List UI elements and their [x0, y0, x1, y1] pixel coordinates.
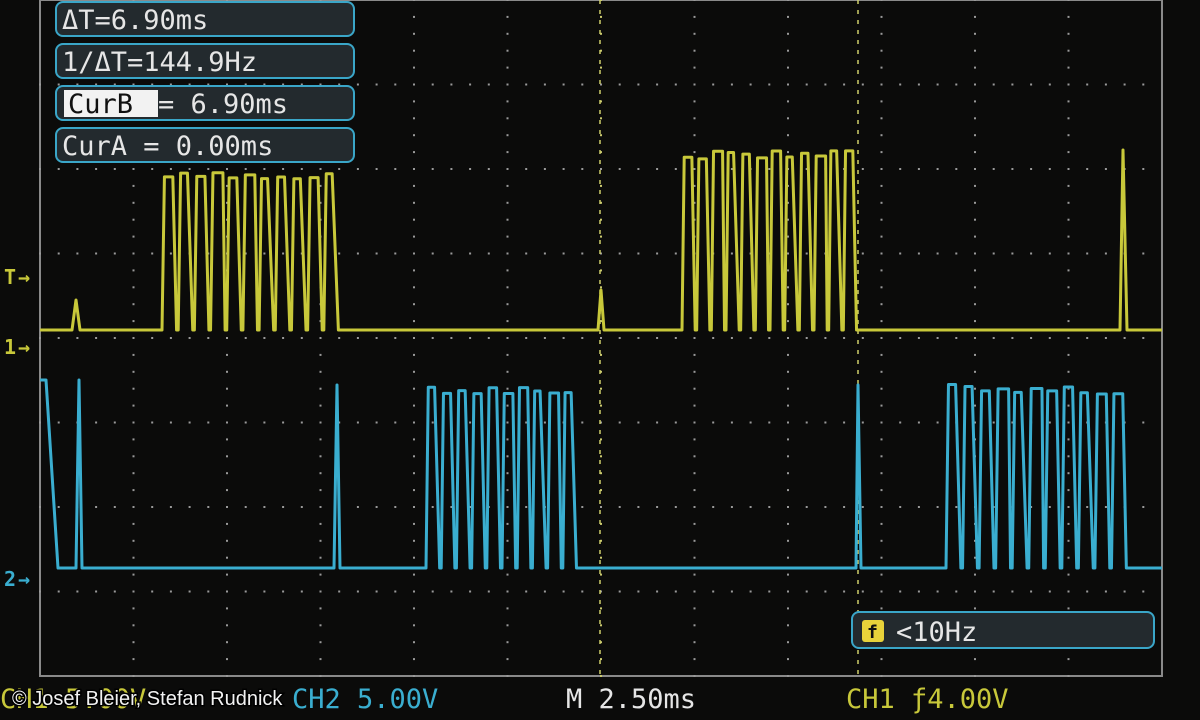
- measurement-panel-cursor-b[interactable]: CurB = 6.90ms: [55, 85, 355, 121]
- ch2-marker-label: 2: [4, 567, 16, 591]
- cursor-b-label: CurB: [68, 89, 133, 120]
- measurement-panel-frequency: 1/ΔT=144.9Hz: [55, 43, 355, 79]
- svg-text:→: →: [18, 265, 30, 289]
- oscilloscope-screen: T → 1 → 2 → ΔT=6.90ms 1/ΔT=144.9Hz CurB …: [0, 0, 1200, 720]
- frequency-value: <10Hz: [896, 617, 977, 648]
- inverse-delta-t-readout: 1/ΔT=144.9Hz: [62, 47, 257, 78]
- ch2-scale-readout: CH2 5.00V: [292, 684, 438, 715]
- copyright-text: © Josef Bleier, Stefan Rudnick: [12, 688, 283, 710]
- frequency-icon-letter: f: [867, 622, 878, 643]
- cursor-a-readout: CurA = 0.00ms: [62, 131, 273, 162]
- oscilloscope-display: T → 1 → 2 → ΔT=6.90ms 1/ΔT=144.9Hz CurB …: [0, 0, 1163, 715]
- timebase-readout: M 2.50ms: [566, 684, 696, 715]
- ch1-ground-marker[interactable]: 1 →: [4, 335, 30, 359]
- copyright-overlay: © Josef Bleier, Stefan Rudnick: [11, 687, 285, 712]
- measurement-panel-delta-t: ΔT=6.90ms: [55, 1, 355, 37]
- delta-t-readout: ΔT=6.90ms: [62, 5, 208, 36]
- trigger-readout: CH1 ƒ4.00V: [846, 684, 1009, 715]
- ch1-trace: [40, 148, 1162, 332]
- cursor-b-value: = 6.90ms: [158, 89, 288, 120]
- trigger-level-marker[interactable]: T →: [4, 265, 30, 289]
- measurement-panel-cursor-a[interactable]: CurA = 0.00ms: [55, 127, 355, 163]
- frequency-readout-panel: f <10Hz: [851, 611, 1155, 649]
- trigger-marker-label: T: [4, 265, 16, 289]
- svg-text:→: →: [18, 567, 30, 591]
- svg-text:→: →: [18, 335, 30, 359]
- ch1-marker-label: 1: [4, 335, 16, 359]
- ch2-ground-marker[interactable]: 2 →: [4, 567, 30, 591]
